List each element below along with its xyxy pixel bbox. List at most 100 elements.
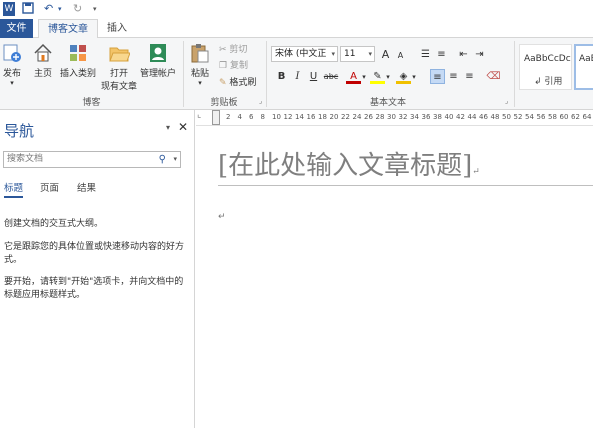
tab-results[interactable]: 结果 [77, 180, 96, 194]
insert-category-button[interactable]: 插入类别 [59, 42, 97, 79]
open-existing-button[interactable]: 打开 现有文章 [99, 42, 139, 92]
manage-accounts-button[interactable]: 管理帐户 [139, 42, 177, 79]
ruler-tick-label: 24 [352, 113, 362, 121]
font-size-combo[interactable]: 11 ▾ [340, 46, 375, 62]
style-quote-name: ↲ 引用 [534, 77, 563, 87]
home-icon [34, 43, 52, 62]
grow-font-button[interactable]: A [378, 47, 393, 62]
ruler-tick-label: 20 [329, 113, 339, 121]
group-separator [266, 41, 267, 107]
publish-button[interactable]: 发布 ▾ [1, 42, 23, 87]
decrease-indent-icon[interactable]: ⇤ [456, 47, 471, 62]
numbering-icon[interactable]: ≡ [434, 47, 449, 62]
tab-insert[interactable]: 插入 [102, 19, 132, 38]
bullets-icon[interactable]: ☰ [418, 47, 433, 62]
highlight-icon[interactable]: ✎ [370, 69, 385, 84]
nav-pane-title: 导航 [4, 122, 35, 140]
quick-access-toolbar: W ↶ ▾ ↻ ▾ [0, 0, 593, 19]
ruler-tick-label: 10 [272, 113, 281, 121]
word-logo-icon: W [3, 2, 15, 16]
blog-group-label: 博客 [82, 98, 101, 108]
chevron-down-icon: ▾ [368, 50, 372, 58]
tab-blog-post[interactable]: 博客文章 [38, 19, 98, 39]
ruler-tick-label: 62 [571, 113, 580, 121]
chevron-down-icon[interactable]: ▾ [360, 70, 368, 85]
ruler-tick-label: 32 [398, 113, 408, 121]
shading-icon[interactable]: ◈ [396, 69, 411, 84]
nav-help-line: 它是跟踪您的具体位置或快速移动内容的好方 [4, 242, 185, 252]
ruler-tick-label: 18 [318, 113, 327, 121]
copy-button[interactable]: ❐ 复制 [219, 59, 248, 73]
style-normal-preview: AaB [579, 54, 593, 64]
publish-dropdown-icon: ▾ [10, 79, 14, 87]
ruler-tick-label: 50 [502, 113, 511, 121]
align-center-icon[interactable]: ≡ [446, 69, 461, 84]
chevron-down-icon[interactable]: ▾ [410, 70, 418, 85]
tab-selector-icon[interactable]: ⌞ [197, 110, 201, 120]
ruler-tick-label: 40 [444, 113, 454, 121]
tab-headings[interactable]: 标题 [4, 180, 24, 198]
paste-button[interactable]: 粘贴 ▾ [188, 42, 212, 87]
indent-marker[interactable] [212, 110, 220, 125]
tab-file[interactable]: 文件 [0, 19, 33, 38]
format-painter-label: 格式刷 [229, 78, 257, 88]
cut-label: 剪切 [229, 45, 248, 55]
font-size-value: 11 [344, 49, 356, 59]
underline-button[interactable]: U [306, 69, 321, 84]
horizontal-ruler[interactable]: ⌞ 2 4 6 8 10 12 14 16 18 20 22 24 26 28 30 32 34 36 38 40 42… [196, 110, 593, 126]
navigation-pane: 导航 ▾ ✕ 搜索文档 ⚲ ▾ 标题 页面 结果 创建文档的交互式大纲。 它是跟… [0, 110, 195, 428]
clear-formatting-icon[interactable]: ⌫ [486, 69, 501, 84]
search-icon[interactable]: ⚲ [159, 152, 166, 167]
customize-qat-button[interactable]: ▾ [93, 2, 97, 16]
font-color-button[interactable]: A [346, 69, 361, 84]
paragraph-mark: ↵ [472, 167, 480, 177]
font-launcher-icon[interactable]: ⌟ [505, 97, 508, 105]
undo-dropdown-icon[interactable]: ▾ [58, 2, 62, 16]
redo-button[interactable]: ↻ [73, 2, 82, 16]
ruler-tick-label: 12 [283, 113, 293, 121]
home-button[interactable]: 主页 [30, 42, 56, 79]
folder-open-icon [109, 47, 130, 62]
copy-label: 复制 [229, 61, 248, 71]
ruler-tick-label: 8 [260, 113, 265, 121]
ruler-tick-label: 56 [536, 113, 546, 121]
nav-help-line: 创建文档的交互式大纲。 [4, 219, 104, 229]
group-separator [514, 41, 515, 107]
search-input[interactable]: 搜索文档 ⚲ ▾ [3, 151, 181, 168]
style-quote[interactable]: AaBbCcDc ↲ 引用 [519, 44, 572, 90]
italic-button[interactable]: I [290, 69, 305, 84]
bold-button[interactable]: B [274, 69, 289, 84]
ruler-tick-label: 30 [387, 113, 396, 121]
ruler-tick-label: 38 [433, 113, 442, 121]
open-existing-label-1: 打开 [109, 69, 128, 79]
shrink-font-button[interactable]: A [393, 48, 408, 63]
tab-pages[interactable]: 页面 [40, 180, 59, 194]
ruler-tick-label: 6 [249, 113, 254, 121]
cut-button[interactable]: ✂ 剪切 [219, 43, 247, 57]
ruler-tick-label: 42 [456, 113, 465, 121]
undo-button[interactable]: ↶ [44, 2, 53, 16]
ruler-tick-label: 44 [467, 113, 477, 121]
document-title-placeholder[interactable]: [在此处输入文章标题]↵ [218, 145, 480, 182]
insert-category-icon [70, 45, 86, 61]
increase-indent-icon[interactable]: ⇥ [472, 47, 487, 62]
ruler-tick-label: 64 [582, 113, 592, 121]
format-painter-button[interactable]: ✎ 格式刷 [219, 76, 256, 90]
nav-options-dropdown[interactable]: ▾ [166, 123, 170, 132]
search-options-dropdown[interactable]: ▾ [173, 152, 177, 167]
format-painter-icon: ✎ [219, 78, 230, 88]
document-page[interactable]: [在此处输入文章标题]↵ ↵ [196, 126, 593, 428]
style-normal[interactable]: AaB [574, 44, 593, 90]
ruler-tick-label: 4 [237, 113, 242, 121]
font-name-value: 宋体 (中文正 [275, 49, 327, 59]
ruler-tick-label: 48 [490, 113, 500, 121]
align-right-icon[interactable]: ≡ [462, 69, 477, 84]
font-name-combo[interactable]: 宋体 (中文正 ▾ [271, 46, 338, 62]
strikethrough-button[interactable]: abc [322, 69, 340, 84]
ribbon-tab-strip: 文件 博客文章 插入 [0, 19, 593, 39]
clipboard-launcher-icon[interactable]: ⌟ [259, 97, 262, 105]
close-icon[interactable]: ✕ [178, 120, 188, 134]
align-left-icon[interactable]: ≡ [430, 69, 445, 84]
chevron-down-icon[interactable]: ▾ [384, 70, 392, 85]
save-icon[interactable] [22, 2, 34, 16]
